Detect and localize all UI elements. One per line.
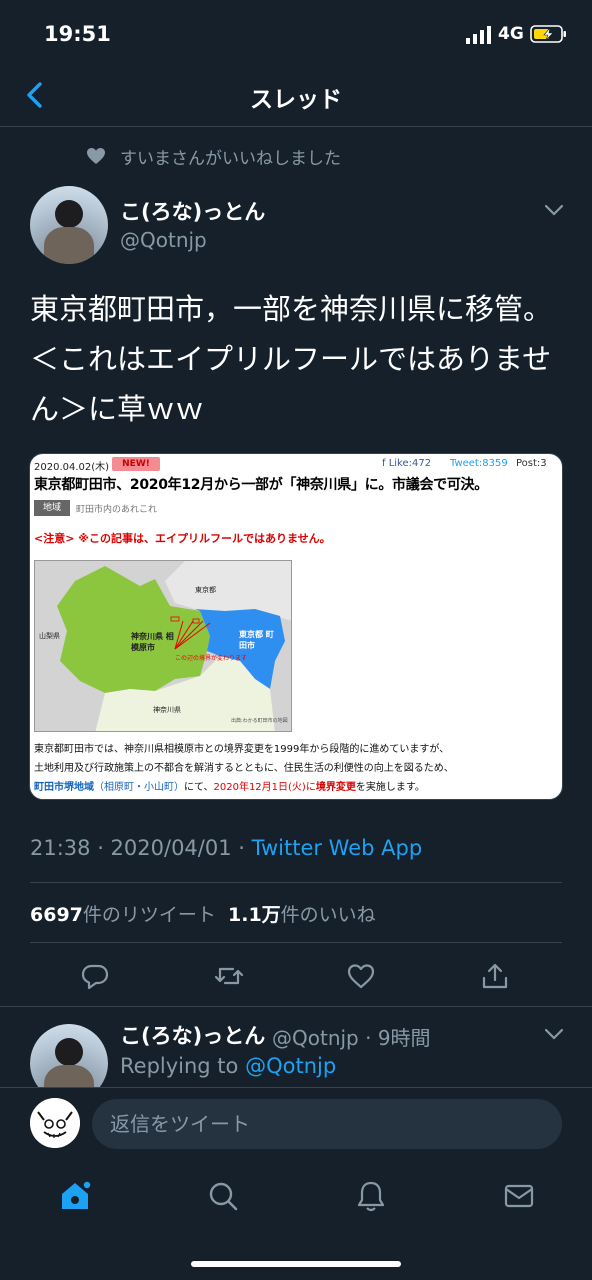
like-count[interactable]: 1.1万 bbox=[228, 904, 281, 926]
tweet-timestamp: 21:38 · 2020/04/01 · Twitter Web App bbox=[30, 836, 422, 860]
media-body-area-detail: （相原町・小山町） bbox=[94, 782, 184, 793]
reply-author-name[interactable]: こ(ろな)っとん bbox=[120, 1020, 265, 1050]
comment-icon[interactable] bbox=[80, 961, 110, 991]
map-label-tokyo: 東京都 bbox=[195, 586, 216, 594]
map-label-machida: 東京都 町田市 bbox=[239, 630, 274, 650]
timestamp-text: 21:38 · 2020/04/01 · bbox=[30, 836, 252, 860]
engagement-counts: 6697件のリツイート 1.1万件のいいね bbox=[30, 900, 376, 927]
tweet-media-image[interactable]: 2020.04.02(木) NEW! f Like:472 Tweet:8359… bbox=[29, 453, 563, 800]
back-icon[interactable] bbox=[22, 80, 48, 110]
divider bbox=[30, 882, 562, 883]
author-name[interactable]: こ(ろな)っとん bbox=[120, 196, 265, 226]
retweet-icon[interactable] bbox=[214, 961, 244, 991]
social-context-text: すいまさんがいいねしました bbox=[120, 149, 341, 169]
reply-meta: @Qotnjp · 9時間 bbox=[272, 1026, 431, 1050]
battery-icon bbox=[530, 25, 566, 43]
media-body-line: 土地利用及び行政施策上の不都合を解消するとともに、住民生活の利便性の向上を図るた… bbox=[34, 763, 454, 774]
mail-icon[interactable] bbox=[502, 1179, 536, 1213]
media-note: <注意> ※この記事は、エイプリルフールではありません。 bbox=[34, 532, 331, 545]
media-headline: 東京都町田市、2020年12月から一部が「神奈川県」に。市議会で可決。 bbox=[34, 477, 488, 493]
status-time: 19:51 bbox=[44, 22, 111, 46]
composer-avatar[interactable] bbox=[30, 1098, 80, 1148]
map-label-sagamihara: 神奈川県 相模原市 bbox=[131, 632, 174, 652]
home-icon[interactable] bbox=[58, 1179, 92, 1213]
replying-to: Replying to @Qotnjp bbox=[120, 1054, 336, 1078]
heart-icon bbox=[87, 148, 105, 164]
tweet-text: 東京都町田市，一部を神奈川県に移管。＜これはエイプリルフールではありません＞に草… bbox=[30, 292, 553, 426]
avatar[interactable] bbox=[30, 186, 108, 264]
media-tag: 地域 bbox=[34, 500, 70, 516]
media-tag-text: 町田市内のあれこれ bbox=[76, 505, 158, 515]
media-body-area: 町田市堺地域 bbox=[34, 782, 94, 793]
home-indicator bbox=[191, 1261, 401, 1267]
media-body-text: を実施します。 bbox=[355, 782, 425, 793]
chevron-down-icon[interactable] bbox=[542, 200, 566, 220]
media-body-text: にて、 bbox=[184, 782, 214, 793]
media-date: 2020.04.02(木) bbox=[34, 462, 110, 473]
divider bbox=[0, 1087, 592, 1088]
network-label: 4G bbox=[498, 24, 524, 44]
replying-prefix: Replying to bbox=[120, 1054, 246, 1078]
nav-divider bbox=[0, 126, 592, 127]
map-label-credit: 出典:わかる町田市の地図 bbox=[231, 718, 288, 724]
media-new-badge: NEW! bbox=[112, 457, 160, 471]
heart-outline-icon[interactable] bbox=[346, 961, 376, 991]
like-label[interactable]: 件のいいね bbox=[281, 904, 376, 926]
signal-icon bbox=[466, 26, 491, 44]
reply-composer-input[interactable] bbox=[92, 1099, 562, 1149]
share-icon[interactable] bbox=[480, 961, 510, 991]
chevron-down-icon[interactable] bbox=[542, 1024, 566, 1044]
replying-handle[interactable]: @Qotnjp bbox=[245, 1054, 336, 1078]
author-handle[interactable]: @Qotnjp bbox=[120, 228, 207, 252]
media-body-line: 東京都町田市では、神奈川県相模原市との境界変更を1999年から段階的に進めていま… bbox=[34, 744, 450, 755]
media-body-date: 2020年12月1日(火)に bbox=[213, 782, 316, 793]
map-label-kanagawa: 神奈川県 bbox=[153, 706, 181, 714]
media-like-count: f Like:472 bbox=[382, 458, 432, 469]
divider bbox=[0, 1006, 592, 1007]
divider bbox=[30, 942, 562, 943]
retweet-label[interactable]: 件のリツイート bbox=[83, 904, 216, 926]
media-body-change: 境界変更 bbox=[315, 782, 356, 793]
map-label-border: この辺の境界が変わります bbox=[175, 655, 248, 662]
source-link[interactable]: Twitter Web App bbox=[252, 836, 423, 860]
retweet-count[interactable]: 6697 bbox=[30, 904, 83, 926]
reply-avatar[interactable] bbox=[30, 1024, 108, 1088]
media-body-line: 町田市堺地域（相原町・小山町）にて、2020年12月1日(火)に境界変更を実施し… bbox=[34, 778, 425, 793]
map-image: 東京都 山梨県 神奈川県 相模原市 東京都 町田市 神奈川県 この辺の境界が変わ… bbox=[34, 560, 292, 732]
media-tweet-count: Tweet:8359 bbox=[450, 458, 508, 469]
bell-icon[interactable] bbox=[354, 1179, 388, 1213]
media-post-count: Post:3 bbox=[516, 458, 547, 469]
map-label-yamanashi: 山梨県 bbox=[39, 632, 60, 640]
page-title: スレッド bbox=[250, 87, 342, 113]
search-icon[interactable] bbox=[206, 1179, 240, 1213]
